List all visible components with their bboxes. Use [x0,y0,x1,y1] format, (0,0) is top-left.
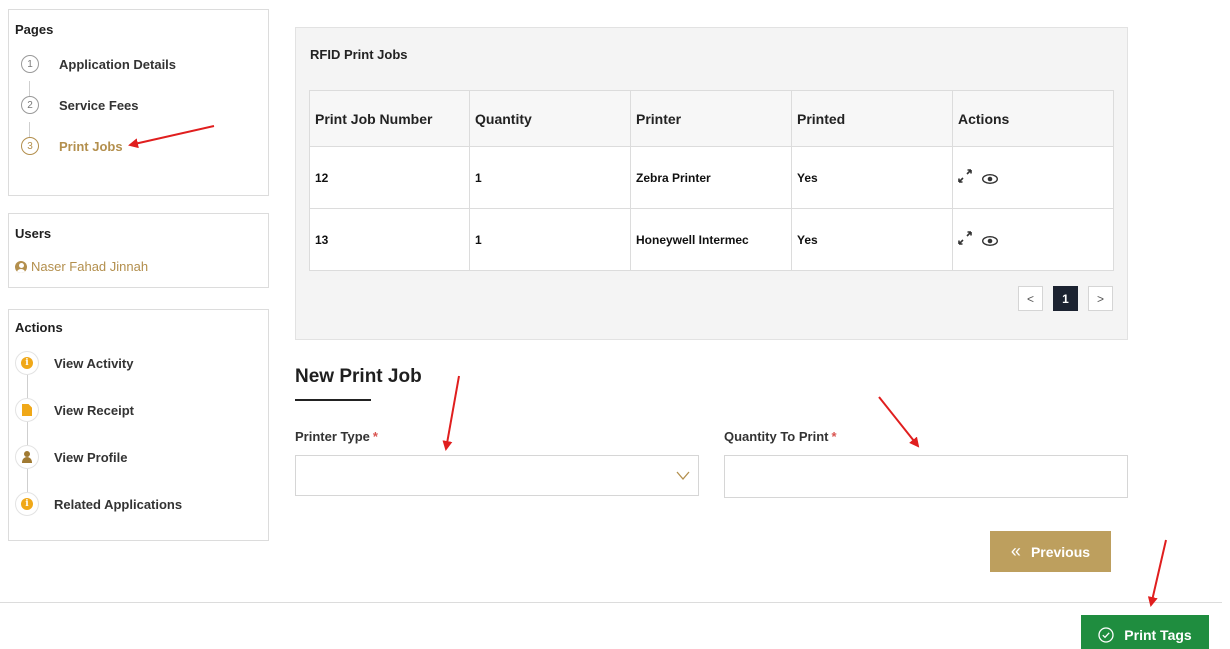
column-header: Quantity [469,90,631,147]
pages-panel: Pages 1 Application Details 2 Service Fe… [8,9,269,196]
print-tags-button[interactable]: Print Tags [1081,615,1209,649]
expand-icon[interactable] [958,169,972,186]
printer-type-select[interactable] [295,455,699,496]
required-mark: * [372,429,378,444]
eye-icon[interactable] [981,173,999,184]
step-print-jobs[interactable]: 3 Print Jobs [21,137,123,155]
action-icon-wrap: i [15,351,39,375]
check-circle-icon [1098,627,1114,643]
cell-printed: Yes [791,208,953,271]
rfid-print-jobs-panel: RFID Print Jobs Print Job Number Quantit… [295,27,1128,340]
user-name: Naser Fahad Jinnah [31,259,149,274]
pagination-next-button[interactable]: > [1088,286,1113,311]
column-header: Printed [791,90,953,147]
footer-divider [0,602,1222,603]
step-number: 1 [21,55,39,73]
action-view-profile[interactable]: View Profile [15,445,127,469]
cell-quantity: 1 [469,208,631,271]
step-label: Print Jobs [59,138,123,154]
arrow-to-printer-type [442,375,460,451]
action-connector [27,375,28,398]
step-connector [29,122,30,138]
action-view-receipt[interactable]: View Receipt [15,398,134,422]
user-circle-icon [15,260,27,273]
cell-quantity: 1 [469,146,631,209]
arrow-to-quantity [878,396,920,448]
document-icon [22,404,32,416]
step-label: Application Details [59,56,177,72]
step-number: 3 [21,137,39,155]
rfid-title: RFID Print Jobs [310,47,408,62]
cell-number: 12 [309,146,470,209]
new-print-job-title: New Print Job [295,366,422,387]
action-label: Related Applications [54,496,183,512]
pages-title: Pages [15,22,54,37]
printer-type-label: Printer Type * [295,429,378,444]
actions-title: Actions [15,320,63,335]
action-connector [27,422,28,445]
previous-button[interactable]: « Previous [990,531,1111,572]
action-label: View Receipt [54,402,134,418]
print-jobs-table: Print Job Number Quantity Printer Printe… [309,90,1114,271]
cell-actions [952,146,1114,209]
title-underline [295,399,371,401]
step-application-details[interactable]: 1 Application Details [21,55,176,73]
printer-type-label-text: Printer Type [295,429,370,444]
previous-label: Previous [1030,543,1091,560]
pagination-page-button[interactable]: 1 [1053,286,1078,311]
info-icon: i [21,357,33,369]
chevron-down-icon [676,471,690,480]
action-icon-wrap: i [15,492,39,516]
double-chevron-left-icon: « [1010,541,1021,561]
action-icon-wrap [15,445,39,469]
pagination-prev-button[interactable]: < [1018,286,1043,311]
cell-printer: Honeywell Intermec [630,208,792,271]
step-service-fees[interactable]: 2 Service Fees [21,96,139,114]
action-label: View Profile [54,449,128,465]
cell-printed: Yes [791,146,953,209]
action-connector [27,469,28,492]
actions-panel: Actions i View Activity View Receipt Vie… [8,309,269,541]
action-label: View Activity [54,355,134,371]
expand-icon[interactable] [958,231,972,248]
users-panel: Users Naser Fahad Jinnah [8,213,269,288]
column-header: Print Job Number [309,90,470,147]
cell-actions [952,208,1114,271]
column-header: Printer [630,90,792,147]
action-view-activity[interactable]: i View Activity [15,351,133,375]
cell-number: 13 [309,208,470,271]
required-mark: * [831,429,837,444]
step-number: 2 [21,96,39,114]
action-related-applications[interactable]: i Related Applications [15,492,182,516]
cell-printer: Zebra Printer [630,146,792,209]
users-title: Users [15,226,52,241]
print-tags-label: Print Tags [1124,627,1192,643]
step-connector [29,81,30,97]
action-icon-wrap [15,398,39,422]
quantity-label: Quantity To Print * [724,429,837,444]
quantity-input[interactable] [724,455,1128,498]
person-icon [21,451,33,463]
table-header-row: Print Job Number Quantity Printer Printe… [309,90,1114,147]
info-icon: i [21,498,33,510]
user-link[interactable]: Naser Fahad Jinnah [15,259,148,274]
table-row: 12 1 Zebra Printer Yes [309,146,1114,209]
column-header: Actions [952,90,1114,147]
eye-icon[interactable] [981,235,999,246]
quantity-label-text: Quantity To Print [724,429,829,444]
table-row: 13 1 Honeywell Intermec Yes [309,208,1114,271]
step-label: Service Fees [59,97,139,113]
arrow-to-print-tags [1147,539,1167,607]
